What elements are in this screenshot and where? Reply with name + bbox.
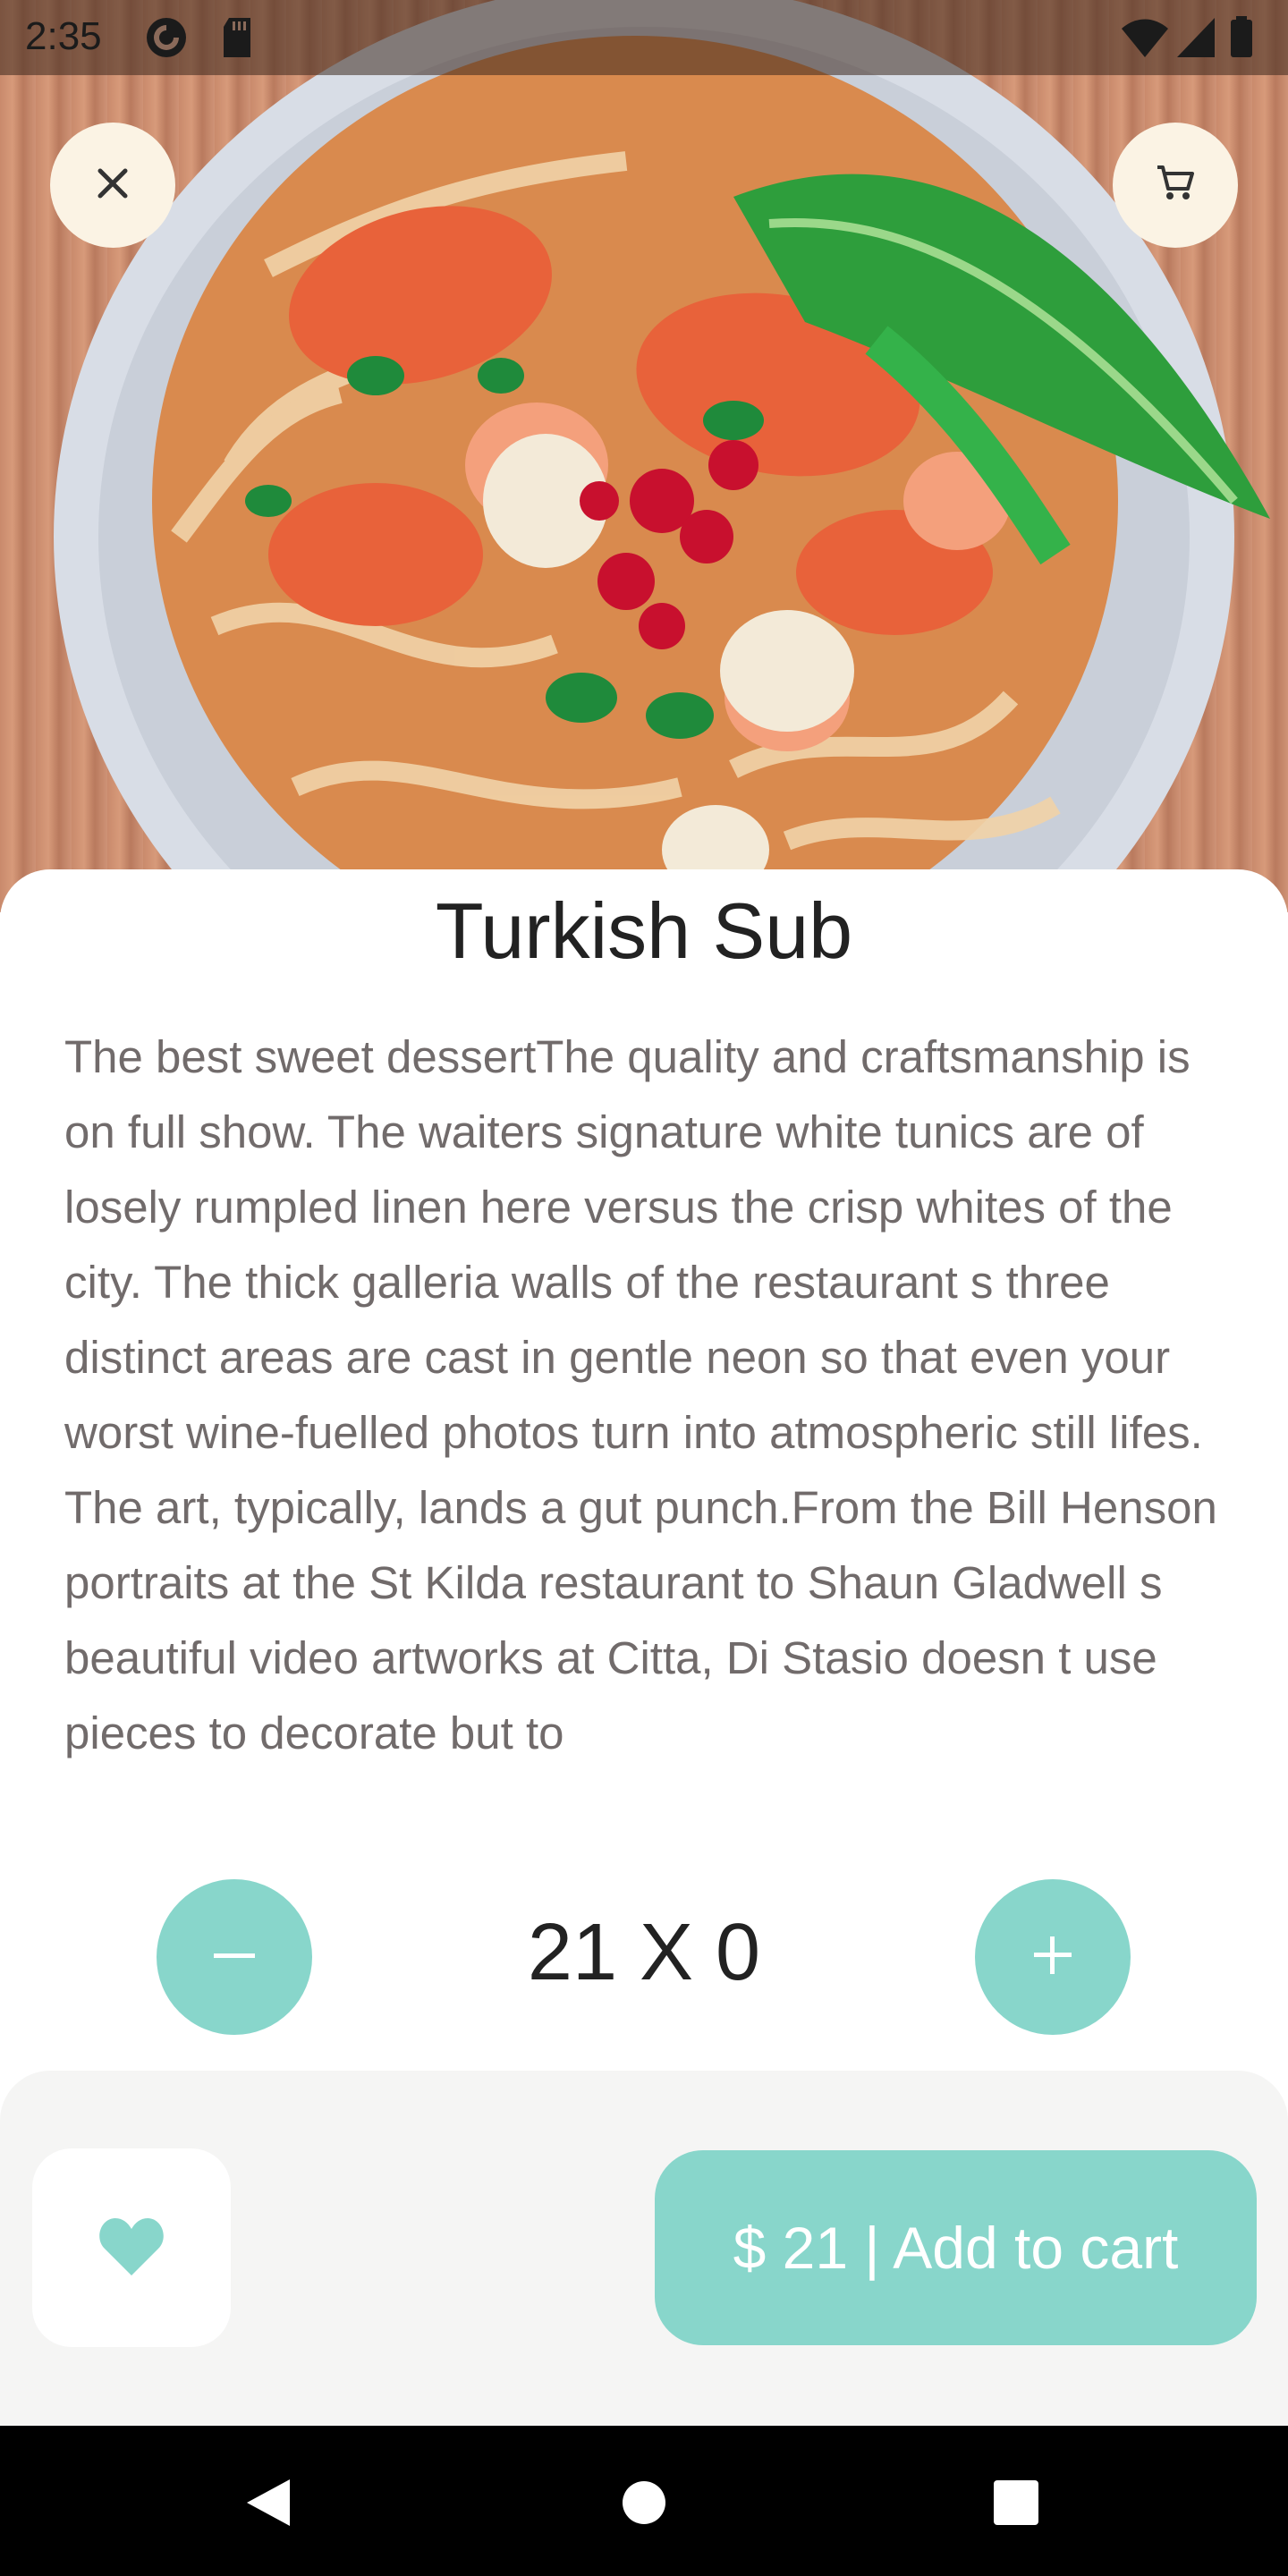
- recents-icon[interactable]: [987, 2474, 1045, 2531]
- minus-icon: [212, 1949, 257, 1965]
- decrease-quantity-button[interactable]: [157, 1879, 312, 2035]
- system-navigation-bar: [0, 2426, 1288, 2576]
- plus-icon: [1030, 1933, 1075, 1982]
- close-icon: [95, 165, 131, 206]
- sd-card-icon: [220, 16, 254, 64]
- status-time: 2:35: [25, 14, 102, 58]
- battery-icon: [1229, 16, 1254, 64]
- increase-quantity-button[interactable]: [975, 1879, 1131, 2035]
- cart-button[interactable]: [1113, 123, 1238, 248]
- pocket-casts-icon: [145, 16, 188, 64]
- back-icon[interactable]: [240, 2474, 297, 2531]
- product-description: The best sweet dessertThe quality and cr…: [64, 1031, 1217, 1758]
- product-title: Turkish Sub: [435, 886, 853, 975]
- add-to-cart-button[interactable]: $ 21 | Add to cart: [655, 2150, 1257, 2345]
- food-image: [0, 0, 1288, 912]
- close-button[interactable]: [50, 123, 175, 248]
- home-icon[interactable]: [615, 2474, 673, 2531]
- cellular-signal-icon: [1175, 16, 1216, 64]
- quantity-display: 21 X 0: [527, 1908, 761, 1997]
- favorite-button[interactable]: [32, 2148, 231, 2347]
- wifi-icon: [1120, 16, 1170, 64]
- shopping-cart-icon: [1154, 162, 1197, 209]
- status-bar: 2:35: [0, 0, 1288, 75]
- heart-icon: [97, 2215, 165, 2282]
